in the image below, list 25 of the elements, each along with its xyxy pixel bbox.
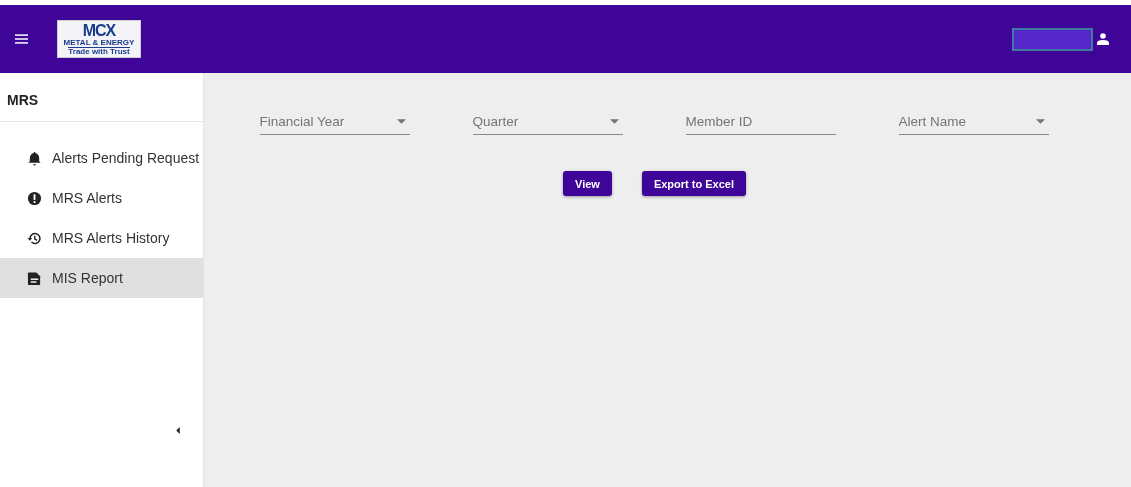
collapse-caret-icon[interactable] — [176, 427, 180, 434]
exclamation-circle-icon — [27, 190, 42, 206]
user-icon[interactable] — [1097, 33, 1109, 45]
user-field[interactable] — [1012, 27, 1093, 51]
select-field[interactable]: Quarter — [472, 113, 623, 135]
document-icon — [27, 270, 42, 286]
sidebar-item[interactable]: Alerts Pending Request — [0, 138, 203, 178]
sidebar-item[interactable]: MRS Alerts History — [0, 218, 203, 258]
logo-slogan: Trade with Trust — [68, 46, 130, 56]
menu-icon[interactable] — [15, 34, 28, 44]
sidebar-item[interactable]: MIS Report — [0, 258, 203, 298]
select-field[interactable]: Financial Year — [259, 113, 410, 135]
dropdown-caret-icon — [396, 119, 406, 124]
dropdown-caret-icon — [609, 119, 619, 124]
sidebar-item[interactable]: MRS Alerts — [0, 178, 203, 218]
sidebar-title: MRS — [0, 73, 203, 122]
history-icon — [27, 230, 42, 246]
select-field[interactable]: Alert Name — [898, 113, 1049, 135]
bell-icon — [27, 150, 42, 166]
action-button[interactable]: Export to Excel — [641, 171, 746, 196]
logo-brand: MCX — [82, 22, 116, 39]
action-button[interactable]: View — [563, 171, 612, 196]
input-field[interactable]: Member ID — [685, 113, 836, 135]
logo-tagline: METAL & ENERGY — [63, 38, 135, 47]
dropdown-caret-icon — [1035, 119, 1045, 124]
